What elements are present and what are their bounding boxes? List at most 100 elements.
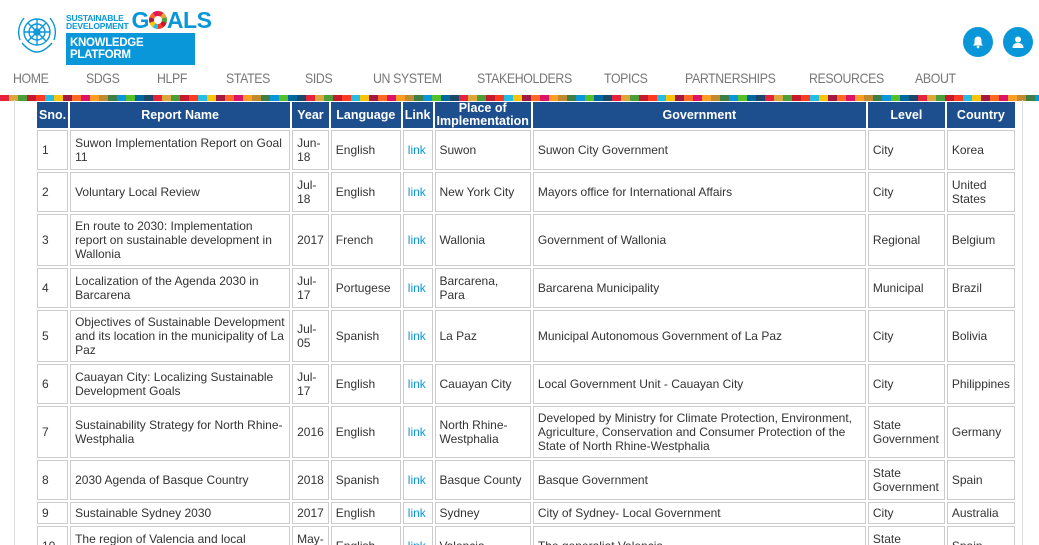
brand-knowledge-platform: KNOWLEDGE PLATFORM: [66, 33, 195, 65]
cell-sno: 2: [37, 172, 69, 212]
cell-sno: 7: [37, 406, 69, 458]
cell-report-name: Voluntary Local Review: [70, 172, 291, 212]
cell-sno: 1: [37, 130, 69, 170]
cell-country: Brazil: [946, 268, 1015, 308]
cell-country: Australia: [946, 502, 1015, 524]
cell-year: May-16: [292, 526, 329, 545]
cell-sno: 8: [37, 460, 69, 500]
col-header-level: Level: [867, 102, 945, 128]
un-emblem-icon[interactable]: [12, 10, 62, 56]
report-link[interactable]: link: [408, 539, 426, 545]
cell-link: link: [402, 406, 433, 458]
cell-government: Government of Wallonia: [532, 214, 866, 266]
cell-place: Sydney: [434, 502, 531, 524]
cell-country: United States: [946, 172, 1015, 212]
cell-place: Basque County: [434, 460, 531, 500]
user-account-button[interactable]: [1003, 27, 1033, 57]
cell-sno: 10: [37, 526, 69, 545]
nav-topics[interactable]: TOPICS: [604, 70, 648, 86]
col-header-link: Link: [402, 102, 433, 128]
nav-sdgs[interactable]: SDGS: [86, 70, 120, 86]
cell-link: link: [402, 502, 433, 524]
report-link[interactable]: link: [408, 143, 426, 157]
nav-home[interactable]: HOME: [13, 70, 49, 86]
report-link[interactable]: link: [408, 281, 426, 295]
nav-un-system[interactable]: UN SYSTEM: [373, 70, 442, 86]
cell-government: Mayors office for International Affairs: [532, 172, 866, 212]
cell-year: Jun-18: [292, 130, 329, 170]
cell-government: The generaliat Valencia: [532, 526, 866, 545]
table-row: 3 En route to 2030: Implementation repor…: [37, 214, 1015, 266]
table-row: 10 The region of Valencia and local impl…: [37, 526, 1015, 545]
cell-report-name: Suwon Implementation Report on Goal 11: [70, 130, 291, 170]
nav-hlpf[interactable]: HLPF: [157, 70, 187, 86]
cell-place: La Paz: [434, 310, 531, 362]
col-header-sno: Sno.: [37, 102, 69, 128]
table-header-row: Sno. Report Name Year Language Link Plac…: [37, 102, 1015, 128]
cell-place: Wallonia: [434, 214, 531, 266]
cell-year: Jul-17: [292, 364, 329, 404]
nav-partnerships[interactable]: PARTNERSHIPS: [685, 70, 776, 86]
cell-country: Korea: [946, 130, 1015, 170]
report-link[interactable]: link: [408, 185, 426, 199]
cell-year: Jul-17: [292, 268, 329, 308]
cell-language: Spanish: [330, 310, 401, 362]
cell-level: State Government: [867, 406, 945, 458]
cell-report-name: Cauayan City: Localizing Sustainable Dev…: [70, 364, 291, 404]
report-link[interactable]: link: [408, 329, 426, 343]
table-row: 9 Sustainable Sydney 2030 2017 English l…: [37, 502, 1015, 524]
cell-link: link: [402, 460, 433, 500]
cell-year: Jul-05: [292, 310, 329, 362]
cell-year: 2017: [292, 214, 329, 266]
table-row: 2 Voluntary Local Review Jul-18 English …: [37, 172, 1015, 212]
cell-government: Local Government Unit - Cauayan City: [532, 364, 866, 404]
nav-sids[interactable]: SIDS: [305, 70, 333, 86]
cell-place: North Rhine-Westphalia: [434, 406, 531, 458]
table-row: 5 Objectives of Sustainable Development …: [37, 310, 1015, 362]
nav-states[interactable]: STATES: [226, 70, 270, 86]
cell-country: Philippines: [946, 364, 1015, 404]
cell-language: English: [330, 130, 401, 170]
cell-year: Jul-18: [292, 172, 329, 212]
col-header-place: Place of Implementation: [434, 101, 531, 128]
cell-sno: 9: [37, 502, 69, 524]
voluntary-local-reviews-table: Sno. Report Name Year Language Link Plac…: [35, 100, 1017, 545]
cell-place: Cauayan City: [434, 364, 531, 404]
cell-place: New York City: [434, 172, 531, 212]
col-header-report-name: Report Name: [70, 102, 291, 128]
cell-report-name: Objectives of Sustainable Development an…: [70, 310, 291, 362]
cell-level: City: [867, 310, 945, 362]
cell-report-name: 2030 Agenda of Basque Country: [70, 460, 291, 500]
cell-government: Barcarena Municipality: [532, 268, 866, 308]
report-link[interactable]: link: [408, 473, 426, 487]
report-link[interactable]: link: [408, 377, 426, 391]
sdg-brand-logo[interactable]: SUSTAINABLE DEVELOPMENT G ALS KNOWLEDGE P…: [66, 9, 212, 65]
cell-language: English: [330, 364, 401, 404]
cell-language: English: [330, 526, 401, 545]
cell-place: Valencia: [434, 526, 531, 545]
cell-level: City: [867, 130, 945, 170]
nav-stakeholders[interactable]: STAKEHOLDERS: [477, 70, 572, 86]
cell-report-name: Sustainable Sydney 2030: [70, 502, 291, 524]
cell-link: link: [402, 310, 433, 362]
cell-link: link: [402, 526, 433, 545]
notifications-button[interactable]: [963, 27, 993, 57]
cell-sno: 4: [37, 268, 69, 308]
cell-level: City: [867, 172, 945, 212]
col-header-government: Government: [532, 102, 866, 128]
cell-country: Bolivia: [946, 310, 1015, 362]
nav-about[interactable]: ABOUT: [915, 70, 956, 86]
report-link[interactable]: link: [408, 233, 426, 247]
cell-link: link: [402, 130, 433, 170]
cell-language: English: [330, 172, 401, 212]
cell-language: English: [330, 502, 401, 524]
cell-year: 2016: [292, 406, 329, 458]
report-link[interactable]: link: [408, 506, 426, 520]
nav-resources[interactable]: RESOURCES: [809, 70, 884, 86]
cell-report-name: The region of Valencia and local impleme…: [70, 526, 291, 545]
cell-sno: 3: [37, 214, 69, 266]
cell-country: Belgium: [946, 214, 1015, 266]
report-link[interactable]: link: [408, 425, 426, 439]
brand-development: DEVELOPMENT: [66, 21, 129, 31]
cell-government: Basque Government: [532, 460, 866, 500]
